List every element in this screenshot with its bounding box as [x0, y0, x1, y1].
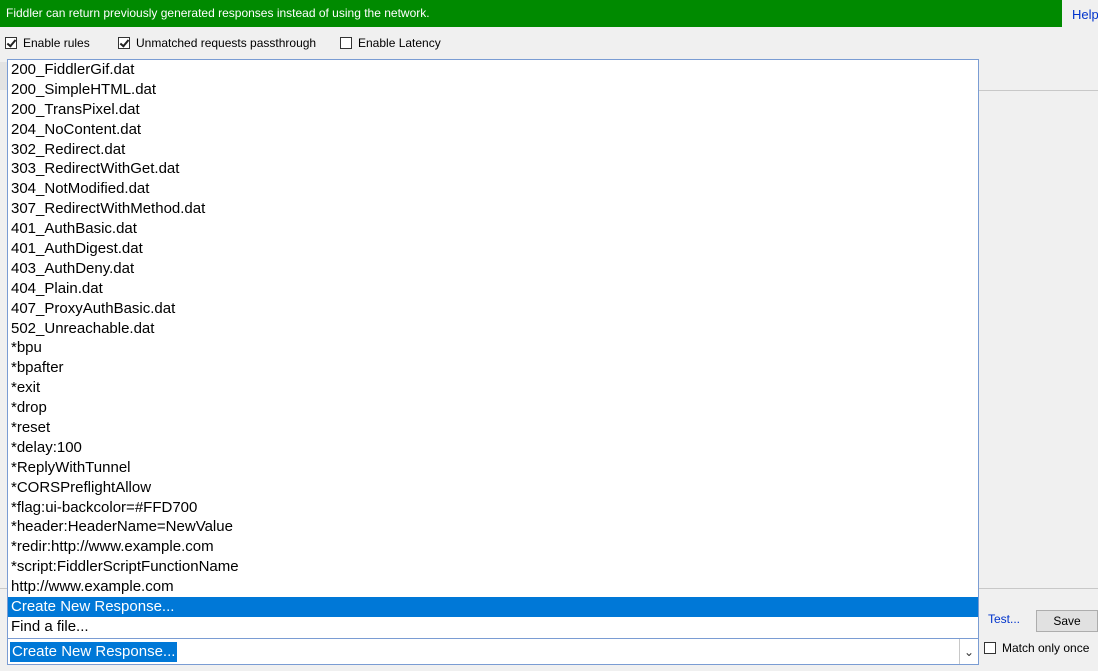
unmatched-passthrough-option[interactable]: Unmatched requests passthrough	[118, 33, 316, 53]
enable-latency-label: Enable Latency	[358, 36, 441, 50]
list-item[interactable]: *exit	[8, 378, 978, 398]
list-item[interactable]: Find a file...	[8, 617, 978, 637]
list-item[interactable]: 307_RedirectWithMethod.dat	[8, 199, 978, 219]
list-item[interactable]: *ReplyWithTunnel	[8, 458, 978, 478]
list-item[interactable]: http://www.example.com	[8, 577, 978, 597]
chevron-down-icon[interactable]: ⌄	[959, 639, 978, 664]
list-item[interactable]: 304_NotModified.dat	[8, 179, 978, 199]
banner-message: Fiddler can return previously generated …	[6, 6, 430, 20]
match-only-once-checkbox[interactable]	[984, 642, 996, 654]
list-item[interactable]: 401_AuthDigest.dat	[8, 239, 978, 259]
response-combobox[interactable]: Create New Response... ⌄	[7, 638, 979, 665]
enable-rules-checkbox[interactable]	[5, 37, 17, 49]
list-item[interactable]: *bpafter	[8, 358, 978, 378]
list-item[interactable]: *delay:100	[8, 438, 978, 458]
list-item[interactable]: 404_Plain.dat	[8, 279, 978, 299]
list-item[interactable]: *CORSPreflightAllow	[8, 478, 978, 498]
enable-latency-checkbox[interactable]	[340, 37, 352, 49]
info-banner: Fiddler can return previously generated …	[0, 0, 1062, 27]
list-item[interactable]: 403_AuthDeny.dat	[8, 259, 978, 279]
list-item[interactable]: 200_SimpleHTML.dat	[8, 80, 978, 100]
unmatched-passthrough-checkbox[interactable]	[118, 37, 130, 49]
enable-latency-option[interactable]: Enable Latency	[340, 33, 441, 53]
list-item[interactable]: *drop	[8, 398, 978, 418]
list-item[interactable]: 401_AuthBasic.dat	[8, 219, 978, 239]
match-only-once-option[interactable]: Match only once	[984, 641, 1089, 655]
help-link[interactable]: Help	[1072, 0, 1098, 27]
list-item[interactable]: 204_NoContent.dat	[8, 120, 978, 140]
list-item[interactable]: 200_FiddlerGif.dat	[8, 60, 978, 80]
list-item[interactable]: 502_Unreachable.dat	[8, 319, 978, 339]
list-item[interactable]: *header:HeaderName=NewValue	[8, 517, 978, 537]
response-dropdown-list[interactable]: 200_FiddlerGif.dat 200_SimpleHTML.dat 200_…	[7, 59, 979, 639]
list-item[interactable]: *script:FiddlerScriptFunctionName	[8, 557, 978, 577]
test-link[interactable]: Test...	[988, 612, 1020, 626]
unmatched-passthrough-label: Unmatched requests passthrough	[136, 36, 317, 50]
match-only-once-label: Match only once	[1002, 641, 1090, 655]
enable-rules-option[interactable]: Enable rules	[5, 33, 90, 53]
list-item[interactable]: *flag:ui-backcolor=#FFD700	[8, 498, 978, 518]
list-item[interactable]: 407_ProxyAuthBasic.dat	[8, 299, 978, 319]
list-item[interactable]: Create New Response...	[8, 597, 978, 617]
divider	[978, 90, 1098, 91]
options-row: Enable rules Unmatched requests passthro…	[0, 33, 1098, 53]
list-item[interactable]: 302_Redirect.dat	[8, 140, 978, 160]
list-item[interactable]: *bpu	[8, 338, 978, 358]
list-item[interactable]: *redir:http://www.example.com	[8, 537, 978, 557]
list-item[interactable]: *reset	[8, 418, 978, 438]
list-item[interactable]: 303_RedirectWithGet.dat	[8, 159, 978, 179]
list-item[interactable]: 200_TransPixel.dat	[8, 100, 978, 120]
save-button[interactable]: Save	[1036, 610, 1098, 632]
enable-rules-label: Enable rules	[23, 36, 90, 50]
response-combobox-value[interactable]: Create New Response...	[10, 642, 178, 662]
